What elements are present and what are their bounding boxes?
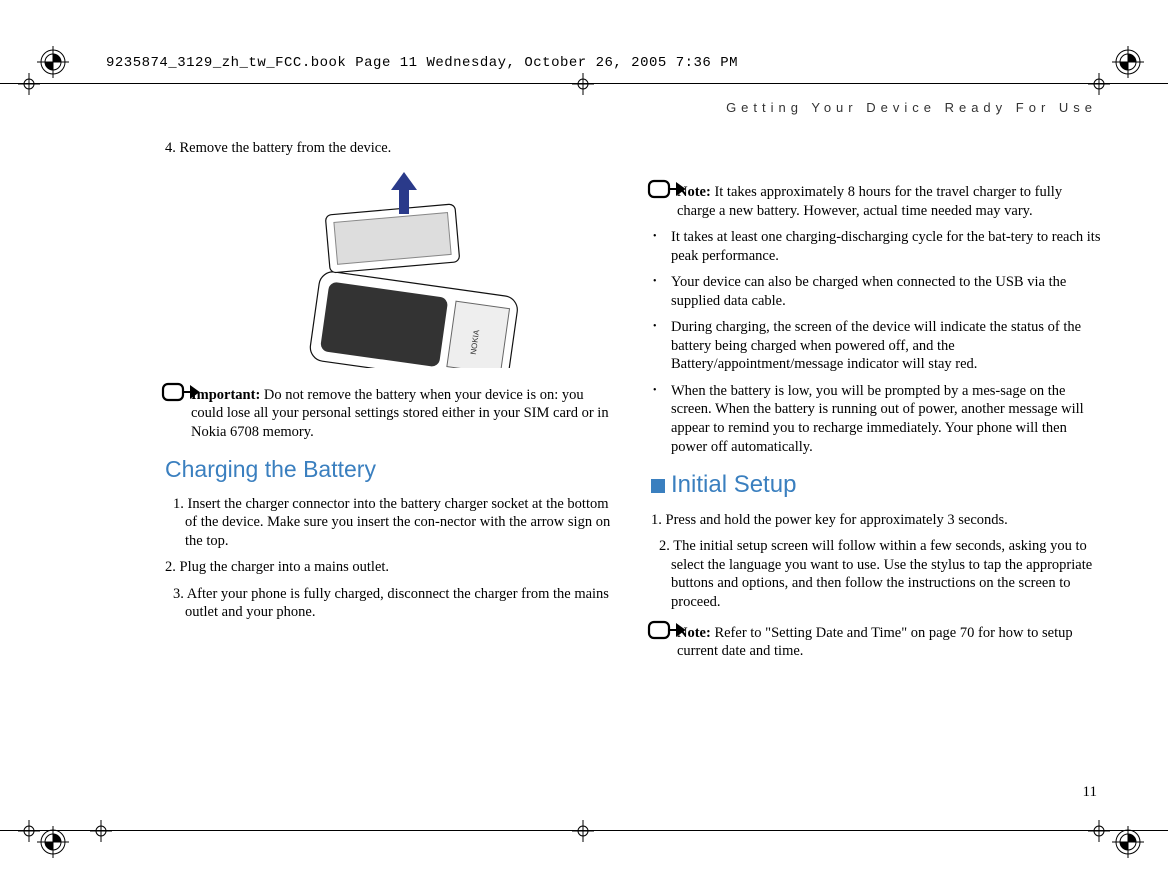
chapter-heading: Getting Your Device Ready For Use [165, 100, 1103, 115]
note-callout-2: Note: Refer to "Setting Date and Time" o… [651, 624, 1103, 661]
initial-step-2: 2. The initial setup screen will follow … [651, 537, 1103, 611]
charging-step-2: 2. Plug the charger into a mains outlet. [165, 558, 617, 577]
charging-step-3: 3. After your phone is fully charged, di… [165, 585, 617, 622]
bullet-item: When the battery is low, you will be pro… [671, 382, 1103, 456]
important-label: Important: [191, 387, 260, 403]
heading-initial-setup: Initial Setup [651, 470, 1103, 501]
bullet-item: During charging, the screen of the devic… [671, 318, 1103, 374]
crop-mark-icon [1088, 73, 1110, 95]
note-2-body: Refer to "Setting Date and Time" on page… [677, 625, 1073, 660]
bullet-item: Your device can also be charged when con… [671, 273, 1103, 310]
device-battery-illustration: NOKIA [251, 168, 531, 368]
column-left: 4. Remove the battery from the device. N… [165, 139, 617, 669]
crop-mark-icon [90, 820, 112, 842]
registration-mark-icon [1112, 46, 1144, 78]
crop-mark-icon [18, 73, 40, 95]
registration-mark-icon [37, 46, 69, 78]
print-header: 9235874_3129_zh_tw_FCC.book Page 11 Wedn… [106, 55, 738, 71]
crop-mark-icon [18, 820, 40, 842]
important-callout: Important: Do not remove the battery whe… [165, 386, 617, 442]
square-bullet-icon [651, 479, 665, 493]
page-number: 11 [1083, 784, 1097, 801]
note-icon [647, 177, 687, 201]
crop-mark-icon [572, 820, 594, 842]
registration-mark-icon [1112, 826, 1144, 858]
column-right: Note: It takes approximately 8 hours for… [651, 139, 1103, 669]
page-content: Getting Your Device Ready For Use 4. Rem… [165, 100, 1103, 801]
note-callout-1: Note: It takes approximately 8 hours for… [651, 183, 1103, 220]
charging-bullets: It takes at least one charging-dischargi… [651, 228, 1103, 456]
registration-mark-icon [37, 826, 69, 858]
heading-charging: Charging the Battery [165, 455, 617, 484]
crop-mark-icon [1088, 820, 1110, 842]
crop-mark-icon [572, 73, 594, 95]
note-1-body: It takes approximately 8 hours for the t… [677, 184, 1062, 219]
initial-step-1: 1. Press and hold the power key for appr… [651, 511, 1103, 530]
charging-step-1: 1. Insert the charger connector into the… [165, 495, 617, 551]
note-icon [647, 618, 687, 642]
heading-initial-setup-text: Initial Setup [671, 471, 796, 498]
important-icon [161, 380, 201, 404]
bullet-item: It takes at least one charging-dischargi… [671, 228, 1103, 265]
step-4-text: 4. Remove the battery from the device. [165, 139, 617, 158]
